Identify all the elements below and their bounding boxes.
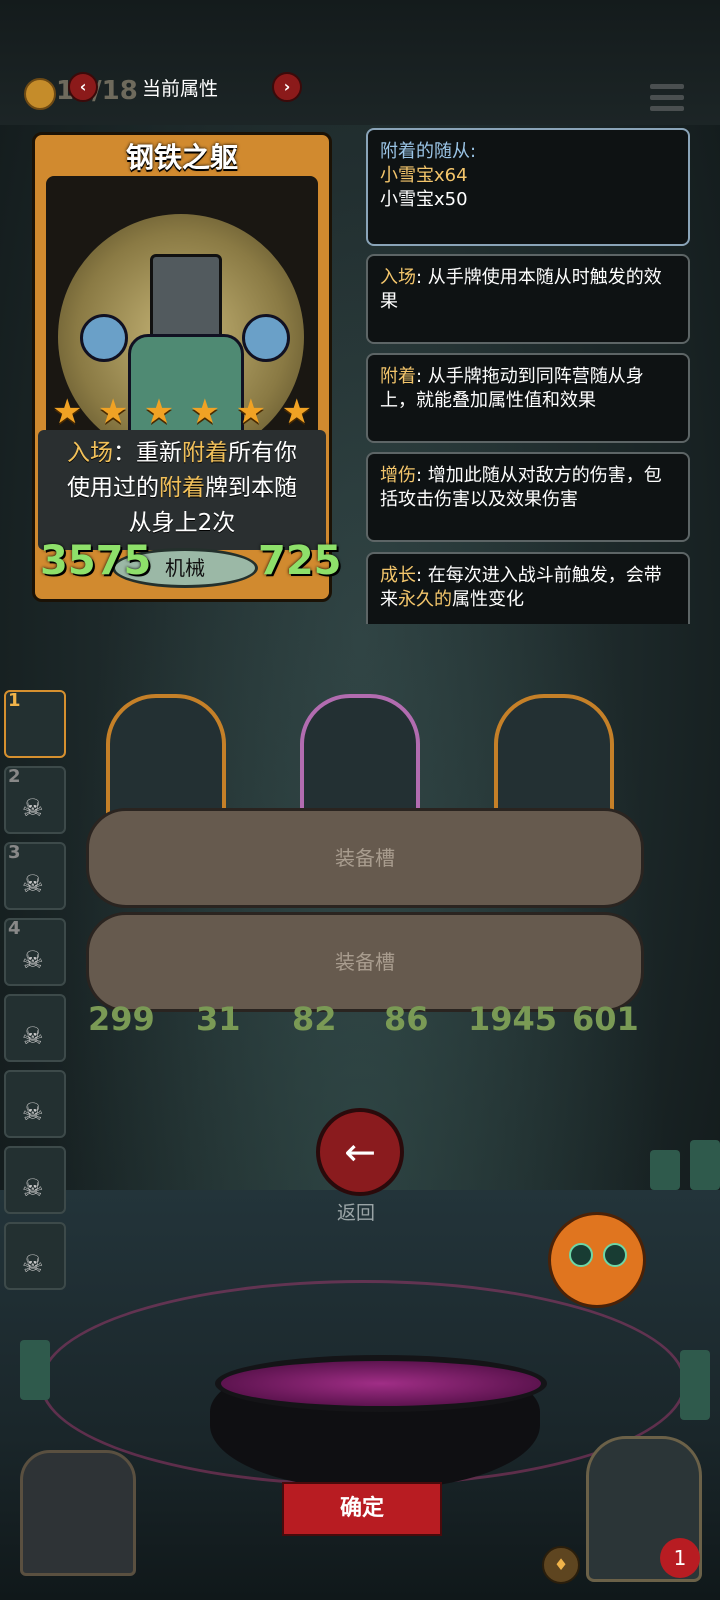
shop-character-frame[interactable] — [20, 1450, 136, 1576]
skull-icon: ☠ — [22, 946, 44, 974]
star-icon: ★ — [97, 392, 129, 432]
chevron-right-icon: › — [283, 77, 291, 96]
keyword-name: 附着 — [380, 366, 416, 387]
attack-stat: 3575 — [40, 538, 152, 584]
attached-item: 小雪宝x50 — [380, 189, 468, 210]
keyword-panel-damage: 增伤: 增加此随从对敌方的伤害，包括攻击伤害以及效果伤害 — [366, 452, 690, 542]
minion-card-detail: 钢铁之躯 ★ ★ ★ ★ ★ ★ 入场：重新附着所有你 使用过的附着牌到本随 从… — [32, 132, 342, 602]
hero-badge: 1 — [660, 1538, 700, 1578]
roster-slot[interactable]: ☠ — [4, 1070, 66, 1138]
slot-number: 3 — [8, 842, 21, 863]
keyword-name: 增伤 — [380, 465, 416, 486]
desc-text: ：重新 — [113, 440, 182, 466]
keyword-panel-growth: 成长: 在每次进入战斗前触发，会带来永久的属性变化 — [366, 552, 690, 624]
back-label: 返回 — [336, 1202, 375, 1224]
keyword-text: : 增加此随从对敌方的伤害，包括攻击伤害以及效果伤害 — [380, 465, 662, 510]
roster-slot[interactable]: 4 ☠ — [4, 918, 66, 986]
skull-icon: ☠ — [22, 794, 44, 822]
keyword-panel-entry: 入场: 从手牌使用本随从时触发的效果 — [366, 254, 690, 344]
skull-icon: ☠ — [22, 1022, 44, 1050]
confirm-button[interactable]: 确定 — [282, 1482, 442, 1536]
page-title: 当前属性 — [142, 78, 219, 100]
skull-icon: ☠ — [22, 1098, 44, 1126]
roster-slot[interactable]: ☠ — [4, 1222, 66, 1290]
keyword-attach: 附着 — [182, 440, 228, 466]
keyword-name: 成长 — [380, 565, 416, 586]
chevron-left-icon: ‹ — [79, 77, 87, 96]
attached-label: 附着的随从: — [380, 141, 477, 162]
robot-head — [150, 254, 222, 340]
card-description: 入场：重新附着所有你 使用过的附着牌到本随 从身上2次 — [44, 436, 320, 541]
star-icon: ★ — [189, 392, 221, 432]
card-name: 钢铁之躯 — [125, 141, 238, 174]
star-rating: ★ ★ ★ ★ ★ ★ — [52, 394, 312, 430]
roster-slot[interactable]: ☠ — [4, 994, 66, 1062]
desc-text: 所有你 — [228, 440, 297, 466]
board-minion-health: 601 — [572, 1000, 639, 1038]
candle-icon — [690, 1140, 720, 1190]
keyword-highlight: 永久的 — [398, 589, 452, 610]
board-minion-health: 31 — [196, 1000, 241, 1038]
skull-icon: ☠ — [22, 1174, 44, 1202]
slot-number: 4 — [8, 918, 21, 939]
keyword-text: : 从手牌使用本随从时触发的效果 — [380, 267, 662, 312]
candle-icon — [680, 1350, 710, 1420]
top-bar — [0, 0, 720, 125]
back-button[interactable]: ← — [316, 1108, 404, 1196]
candle-icon — [650, 1150, 680, 1190]
desc-text: 牌到本随 — [205, 475, 297, 501]
keyword-entry: 入场 — [67, 440, 113, 466]
board-minion-attack: 1945 — [468, 1000, 558, 1038]
equip-slot[interactable]: 装备槽 — [86, 808, 644, 908]
star-icon: ★ — [281, 392, 312, 432]
prev-button[interactable]: ‹ — [68, 72, 98, 102]
equip-slot[interactable]: 装备槽 — [86, 912, 644, 1012]
desc-text: 从身上2次 — [128, 510, 236, 536]
skull-icon: ☠ — [22, 870, 44, 898]
slot-number: 2 — [8, 766, 21, 787]
next-button[interactable]: › — [272, 72, 302, 102]
health-stat: 725 — [258, 538, 342, 584]
attached-minions-panel: 附着的随从: 小雪宝x64 小雪宝x50 — [366, 128, 690, 246]
cauldron-brew — [215, 1355, 547, 1412]
roster-slot[interactable]: 3 ☠ — [4, 842, 66, 910]
arrow-left-icon: ← — [344, 1130, 376, 1174]
keyword-panel-attach: 附着: 从手牌拖动到同阵营随从身上，就能叠加属性值和效果 — [366, 353, 690, 443]
roster-slot[interactable]: 2 ☠ — [4, 766, 66, 834]
pumpkin-eye — [569, 1243, 593, 1267]
star-icon: ★ — [52, 392, 83, 432]
board-minion-attack: 82 — [292, 1000, 337, 1038]
keyword-name: 入场 — [380, 267, 416, 288]
candle-icon — [20, 1340, 50, 1400]
skull-icon: ☠ — [22, 1250, 44, 1278]
keyword-attach: 附着 — [159, 475, 205, 501]
pumpkin-icon[interactable] — [548, 1212, 646, 1308]
coin-icon — [24, 78, 56, 110]
bell-icon[interactable]: ♦ — [542, 1546, 580, 1584]
robot-arm-right — [242, 314, 290, 362]
slot-number: 1 — [8, 690, 21, 711]
attached-item: 小雪宝x64 — [380, 165, 468, 186]
star-icon: ★ — [143, 392, 175, 432]
board-minion-health: 86 — [384, 1000, 429, 1038]
star-icon: ★ — [235, 392, 267, 432]
board-minion-attack: 299 — [88, 1000, 155, 1038]
desc-text: 使用过的 — [67, 475, 159, 501]
pumpkin-eye — [603, 1243, 627, 1267]
keyword-text: 属性变化 — [452, 589, 524, 610]
roster-slot[interactable]: ☠ — [4, 1146, 66, 1214]
keyword-text: : 从手牌拖动到同阵营随从身上，就能叠加属性值和效果 — [380, 366, 644, 411]
robot-arm-left — [80, 314, 128, 362]
roster-slot[interactable]: 1 — [4, 690, 66, 758]
menu-icon[interactable] — [650, 84, 684, 114]
